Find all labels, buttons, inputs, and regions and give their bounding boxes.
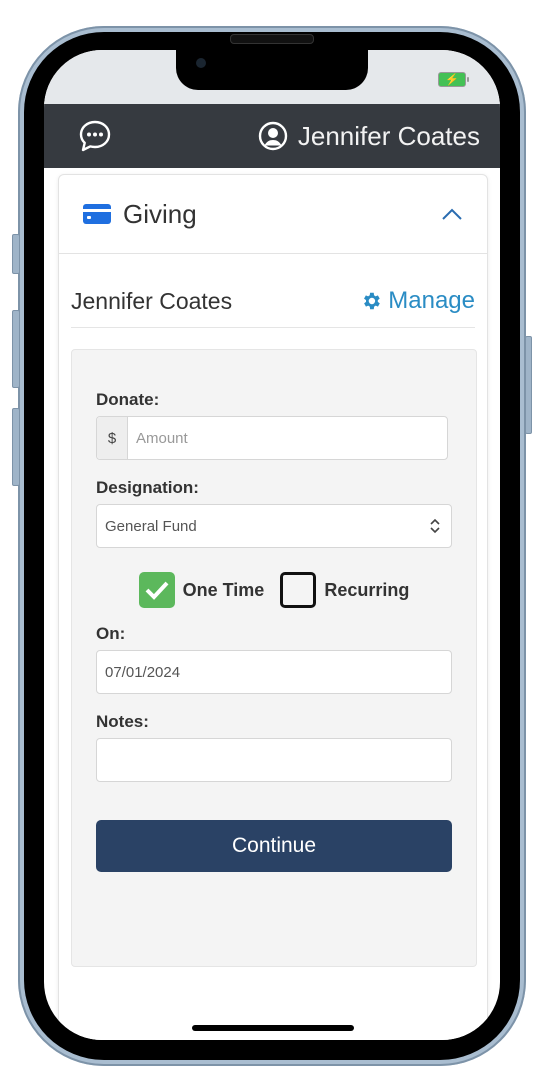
volume-up-button bbox=[12, 310, 20, 388]
silent-switch bbox=[12, 234, 20, 274]
volume-down-button bbox=[12, 408, 20, 486]
manage-link[interactable]: Manage bbox=[360, 287, 475, 315]
one-time-checkbox[interactable] bbox=[138, 572, 175, 608]
power-button bbox=[525, 336, 532, 434]
giving-title: Giving bbox=[123, 198, 197, 229]
home-indicator bbox=[192, 1025, 354, 1031]
front-camera bbox=[196, 58, 206, 68]
date-value: 07/01/2024 bbox=[105, 663, 181, 681]
one-time-label: One Time bbox=[182, 579, 265, 600]
notch bbox=[176, 50, 368, 90]
select-updown-icon bbox=[430, 518, 440, 534]
designation-label: Designation: bbox=[96, 478, 199, 497]
credit-card-icon bbox=[83, 204, 111, 224]
giving-card-header[interactable]: Giving bbox=[59, 175, 487, 254]
chat-bubble-icon[interactable] bbox=[78, 119, 112, 153]
battery-charging-icon: ⚡ bbox=[438, 72, 469, 87]
donate-label: Donate: bbox=[96, 390, 160, 409]
continue-button[interactable]: Continue bbox=[96, 820, 452, 872]
recurring-checkbox[interactable] bbox=[280, 572, 317, 608]
designation-value: General Fund bbox=[105, 517, 197, 535]
user-menu[interactable]: Jennifer Coates bbox=[258, 121, 480, 152]
giving-card: Giving Jennifer Coates Manage Donate: $ … bbox=[58, 174, 488, 1040]
manage-label: Manage bbox=[388, 287, 475, 314]
notes-label: Notes: bbox=[96, 712, 149, 731]
user-name: Jennifer Coates bbox=[297, 120, 480, 151]
account-row: Jennifer Coates Manage bbox=[71, 275, 475, 328]
on-label: On: bbox=[96, 624, 126, 643]
account-name: Jennifer Coates bbox=[71, 287, 233, 314]
amount-input[interactable]: $ Amount bbox=[96, 416, 448, 460]
chevron-up-icon[interactable] bbox=[441, 207, 463, 221]
checkmark-icon bbox=[145, 581, 169, 600]
date-input[interactable]: 07/01/2024 bbox=[96, 650, 452, 694]
currency-addon: $ bbox=[97, 417, 128, 459]
phone-screen: ⚡ Jennifer Coates Giving Jennifer Coates… bbox=[44, 50, 500, 1040]
notes-input[interactable] bbox=[96, 738, 452, 782]
recurring-label: Recurring bbox=[324, 579, 410, 600]
gear-icon bbox=[364, 292, 381, 310]
amount-placeholder: Amount bbox=[136, 429, 188, 447]
earpiece-speaker bbox=[230, 34, 314, 44]
designation-select[interactable]: General Fund bbox=[96, 504, 452, 548]
app-bar: Jennifer Coates bbox=[44, 104, 500, 168]
user-circle-icon bbox=[258, 121, 288, 151]
donation-form: Donate: $ Amount Designation: General Fu… bbox=[71, 349, 477, 967]
frequency-options: One Time Recurring bbox=[72, 572, 476, 608]
